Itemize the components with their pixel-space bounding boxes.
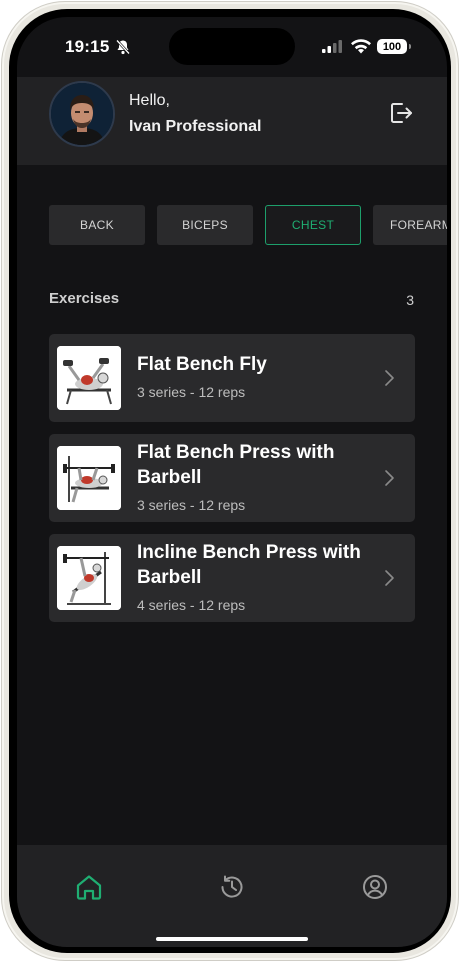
exercise-name: Incline Bench Press with Barbell: [137, 542, 361, 588]
history-icon[interactable]: [216, 871, 248, 903]
tab-biceps[interactable]: BICEPS: [157, 205, 253, 245]
exercise-card[interactable]: Incline Bench Press with Barbell 4 serie…: [49, 534, 415, 622]
battery-indicator: 100: [377, 39, 407, 54]
exercise-thumbnail: [57, 546, 121, 610]
category-tabs: BACK BICEPS CHEST FOREARM: [49, 205, 447, 245]
home-icon[interactable]: [73, 871, 105, 903]
chevron-right-icon: [385, 570, 394, 586]
tab-forearm[interactable]: FOREARM: [373, 205, 447, 245]
greeting-text: Hello,: [129, 92, 170, 109]
phone-frame: 19:15 100 Hello, Ivan Professional BACK …: [1, 1, 459, 961]
home-indicator[interactable]: [156, 937, 308, 941]
exercise-card[interactable]: Flat Bench Fly 3 series - 12 reps: [49, 334, 415, 422]
exercise-name: Flat Bench Press with Barbell: [137, 442, 335, 488]
battery-tip: [409, 44, 411, 49]
bell-muted-icon: [116, 39, 130, 55]
exercise-detail: 3 series - 12 reps: [137, 384, 246, 400]
tab-back[interactable]: BACK: [49, 205, 145, 245]
avatar[interactable]: [49, 81, 115, 147]
exercise-thumbnail: [57, 346, 121, 410]
chevron-right-icon: [385, 370, 394, 386]
exercise-thumbnail: [57, 446, 121, 510]
cellular-signal-icon: [322, 40, 342, 53]
tab-chest[interactable]: CHEST: [265, 205, 361, 245]
profile-icon[interactable]: [359, 871, 391, 903]
exercises-heading: Exercises: [49, 290, 120, 307]
exercise-name: Flat Bench Fly: [137, 354, 267, 375]
bottom-nav: [17, 845, 447, 947]
chevron-right-icon: [385, 470, 394, 486]
app-header: Hello, Ivan Professional: [17, 77, 447, 165]
exercise-card[interactable]: Flat Bench Press with Barbell 3 series -…: [49, 434, 415, 522]
exercise-detail: 3 series - 12 reps: [137, 497, 246, 513]
dynamic-island: [169, 28, 295, 65]
exercises-count: 3: [406, 292, 414, 308]
app-screen: 19:15 100 Hello, Ivan Professional BACK …: [17, 17, 447, 947]
logout-icon[interactable]: [387, 99, 415, 127]
exercise-detail: 4 series - 12 reps: [137, 597, 246, 613]
user-name: Ivan Professional: [129, 118, 262, 135]
status-time: 19:15: [65, 37, 110, 56]
avatar-portrait: [51, 83, 113, 145]
wifi-icon: [351, 39, 371, 54]
